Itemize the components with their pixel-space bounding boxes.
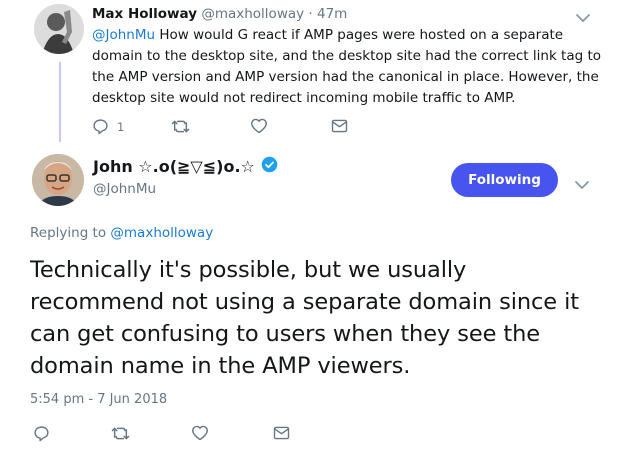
tweet-timestamp[interactable]: 5:54 pm - 7 Jun 2018 (30, 392, 167, 407)
retweet-icon (111, 427, 130, 440)
reply-button[interactable]: 1 (92, 118, 124, 135)
chevron-down-icon[interactable] (574, 176, 590, 189)
direct-message-icon (331, 119, 348, 133)
chevron-down-icon[interactable] (575, 9, 591, 22)
replying-to-line: Replying to @maxholloway (30, 225, 213, 241)
like-icon (192, 425, 208, 441)
tweet-body: Technically it's possible, but we usuall… (30, 257, 579, 379)
reply-count: 1 (117, 119, 125, 134)
like-button[interactable] (191, 425, 209, 441)
author-name[interactable]: Max Holloway (92, 6, 197, 22)
avatar-image (32, 154, 84, 206)
replying-prefix: Replying to (30, 225, 111, 241)
reply-icon (93, 119, 108, 135)
mention-link[interactable]: @JohnMu (92, 27, 155, 43)
direct-message-icon (273, 426, 290, 440)
parent-tweet-text: @JohnMu How would G react if AMP pages w… (92, 25, 602, 109)
reply-icon (34, 426, 49, 442)
parent-tweet-header: Max Holloway @maxholloway · 47m (92, 6, 347, 22)
like-icon (251, 118, 267, 134)
author-name-row: John ☆.o(≧▽≦)o.☆ (93, 156, 278, 177)
retweet-button[interactable] (171, 118, 190, 135)
retweet-icon (171, 120, 190, 133)
following-button[interactable]: Following (451, 163, 558, 197)
author-handle[interactable]: @JohnMu (93, 181, 156, 197)
avatar[interactable] (32, 154, 84, 206)
retweet-button[interactable] (111, 425, 130, 442)
avatar-image (34, 4, 84, 54)
author-name[interactable]: John ☆.o(≧▽≦)o.☆ (93, 157, 255, 176)
reply-button[interactable] (33, 425, 50, 442)
verified-badge-icon (261, 156, 278, 177)
author-handle[interactable]: @maxholloway (201, 6, 304, 22)
direct-message-button[interactable] (331, 119, 348, 133)
avatar[interactable] (34, 4, 84, 54)
like-button[interactable] (250, 118, 268, 134)
mention-link[interactable]: @maxholloway (110, 225, 213, 241)
tweet-time[interactable]: 47m (317, 6, 347, 22)
direct-message-button[interactable] (273, 426, 290, 440)
tweet-body: How would G react if AMP pages were host… (92, 27, 602, 106)
thread-connector-line (59, 62, 61, 142)
separator-dot: · (304, 6, 317, 22)
